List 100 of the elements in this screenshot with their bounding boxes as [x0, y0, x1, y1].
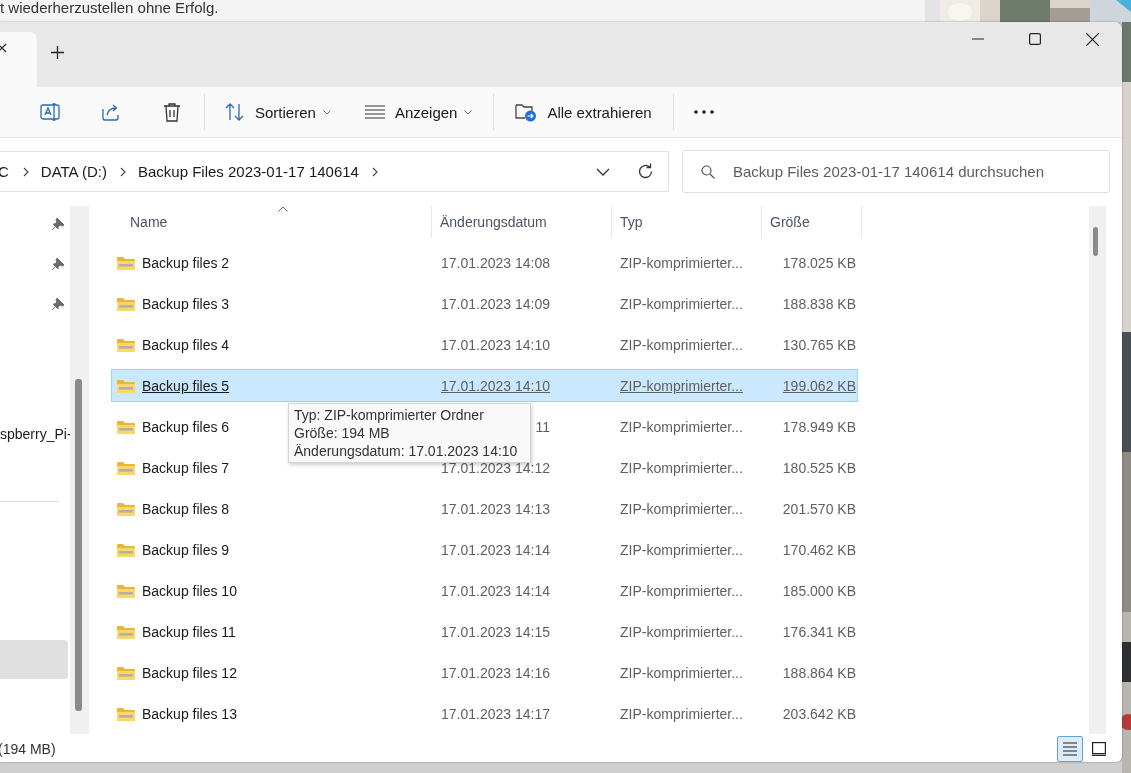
scrollbar-thumb[interactable]: [1093, 227, 1098, 256]
file-name[interactable]: Backup files 2: [142, 254, 230, 271]
zip-folder-icon: [117, 665, 135, 680]
type-cell: ZIP-komprimierter...: [620, 623, 743, 640]
window-icon: [1092, 741, 1106, 756]
type-cell: ZIP-komprimierter...: [620, 459, 743, 476]
file-name[interactable]: Backup files 8: [142, 500, 230, 517]
size-cell: 201.570 KB: [782, 500, 856, 517]
chevron-right-icon[interactable]: [119, 166, 126, 177]
sort-button[interactable]: Sortieren: [225, 95, 331, 129]
zip-folder-icon: [117, 460, 135, 475]
tooltip-line: Typ: ZIP-komprimierter Ordner: [294, 406, 485, 424]
date-cell: 17.01.2023 14:14: [440, 541, 550, 558]
date-cell-text: 11: [534, 418, 550, 435]
type-cell: ZIP-komprimierter...: [620, 254, 743, 271]
zip-folder-icon: [117, 706, 135, 721]
column-header[interactable]: Größe: [762, 206, 862, 238]
chevron-right-icon[interactable]: [22, 166, 29, 177]
date-cell: 17.01.2023 14:12: [440, 459, 550, 476]
date-cell: 17.01.2023 14:08: [440, 254, 550, 271]
file-name[interactable]: Backup files 9: [142, 541, 230, 558]
size-cell: 130.765 KB: [782, 336, 856, 353]
tooltip-line: Größe: 194 MB: [294, 424, 391, 442]
type-cell: ZIP-komprimierter...: [620, 705, 743, 722]
file-name[interactable]: Backup files 5: [142, 377, 230, 394]
lines-icon: [364, 105, 385, 119]
date-cell: 17.01.2023 14:10: [440, 336, 550, 353]
pin-icon[interactable]: [52, 258, 64, 270]
zip-folder-icon: [117, 378, 135, 393]
chevron-right-icon[interactable]: [371, 166, 378, 177]
pin-icon[interactable]: [52, 218, 64, 230]
search-field[interactable]: Backup Files 2023-01-17 140614 durchsuchen: [682, 150, 1110, 193]
file-name[interactable]: Backup files 7: [142, 459, 230, 476]
close-icon[interactable]: [1086, 32, 1099, 46]
nav-item[interactable]: spberry_Pi-: [0, 418, 70, 450]
type-cell: ZIP-komprimierter...: [620, 582, 743, 599]
refresh-icon[interactable]: [637, 163, 654, 180]
type-cell: ZIP-komprimierter...: [620, 336, 743, 353]
plus-icon[interactable]: [51, 46, 64, 59]
trash-icon[interactable]: [163, 102, 181, 122]
breadcrumb-item[interactable]: Backup Files 2023-01-17 140614: [137, 163, 359, 180]
size-cell: 185.000 KB: [782, 582, 856, 599]
scrollbar-thumb[interactable]: [75, 379, 82, 711]
file-name[interactable]: Backup files 13: [142, 705, 237, 722]
type-cell: ZIP-komprimierter...: [620, 664, 743, 681]
file-name[interactable]: Backup files 10: [142, 582, 237, 599]
size-cell: 199.062 KB: [782, 377, 856, 394]
table-row[interactable]: Backup files 5 17.01.2023 14:10 ZIP-komprimierter... 199.062 KB: [111, 369, 858, 402]
caret-icon: [322, 109, 331, 115]
zip-folder-icon: [117, 337, 135, 352]
size-cell: 178.949 KB: [782, 418, 856, 435]
file-name[interactable]: Backup files 3: [142, 295, 230, 312]
date-cell: 17.01.2023 14:09: [440, 295, 550, 312]
type-cell: ZIP-komprimierter...: [620, 377, 743, 394]
column-header[interactable]: Änderungsdatum: [432, 206, 612, 238]
date-cell: 17.01.2023 14:13: [440, 500, 550, 517]
maximize-icon[interactable]: [1029, 33, 1041, 45]
date-cell: 17.01.2023 14:10: [440, 377, 550, 394]
column-header[interactable]: Name: [111, 206, 432, 238]
rename-icon[interactable]: [40, 102, 60, 122]
share-icon[interactable]: [101, 103, 121, 121]
size-cell: 188.838 KB: [782, 295, 856, 312]
pin-icon[interactable]: [52, 298, 64, 310]
more-icon[interactable]: [693, 110, 714, 114]
details-view-button[interactable]: [1057, 735, 1083, 762]
sort-arrows-icon: [225, 103, 245, 121]
sort-caret-icon: [278, 206, 288, 212]
date-cell: 17.01.2023 14:14: [440, 582, 550, 599]
type-cell: ZIP-komprimierter...: [620, 418, 743, 435]
type-cell: ZIP-komprimierter...: [620, 541, 743, 558]
size-cell: 188.864 KB: [782, 664, 856, 681]
zip-folder-icon: [117, 542, 135, 557]
zip-folder-icon: [117, 419, 135, 434]
date-cell: 17.01.2023 14:17: [440, 705, 550, 722]
extract-button[interactable]: Alle extrahieren: [515, 95, 652, 129]
tooltip-line: Änderungsdatum: 17.01.2023 14:10: [294, 442, 519, 460]
zip-folder-icon: [117, 296, 135, 311]
chevron-down-icon[interactable]: [596, 167, 610, 176]
file-name[interactable]: Backup files 4: [142, 336, 230, 353]
file-name[interactable]: Backup files 12: [142, 664, 237, 681]
file-name[interactable]: Backup files 11: [142, 623, 236, 640]
type-cell: ZIP-komprimierter...: [620, 295, 743, 312]
close-icon[interactable]: [0, 43, 8, 53]
file-name[interactable]: Backup files 6: [142, 418, 230, 435]
column-header[interactable]: Typ: [612, 206, 762, 238]
zip-folder-icon: [117, 583, 135, 598]
size-cell: 170.462 KB: [782, 541, 856, 558]
zip-folder-icon: [117, 501, 135, 516]
caret-icon: [464, 109, 473, 115]
breadcrumb-item[interactable]: DATA (D:): [40, 163, 107, 180]
size-cell: 178.025 KB: [782, 254, 856, 271]
scrollbar[interactable]: [70, 206, 89, 734]
view-button[interactable]: Anzeigen: [364, 95, 473, 129]
size-cell: 176.341 KB: [782, 623, 856, 640]
date-cell: 17.01.2023 14:16: [440, 664, 550, 681]
zip-folder-icon: [117, 255, 135, 270]
list-icon: [1063, 741, 1077, 756]
size-cell: 203.642 KB: [782, 705, 856, 722]
zip-folder-icon: [117, 624, 135, 639]
scrollbar[interactable]: [1089, 206, 1106, 734]
